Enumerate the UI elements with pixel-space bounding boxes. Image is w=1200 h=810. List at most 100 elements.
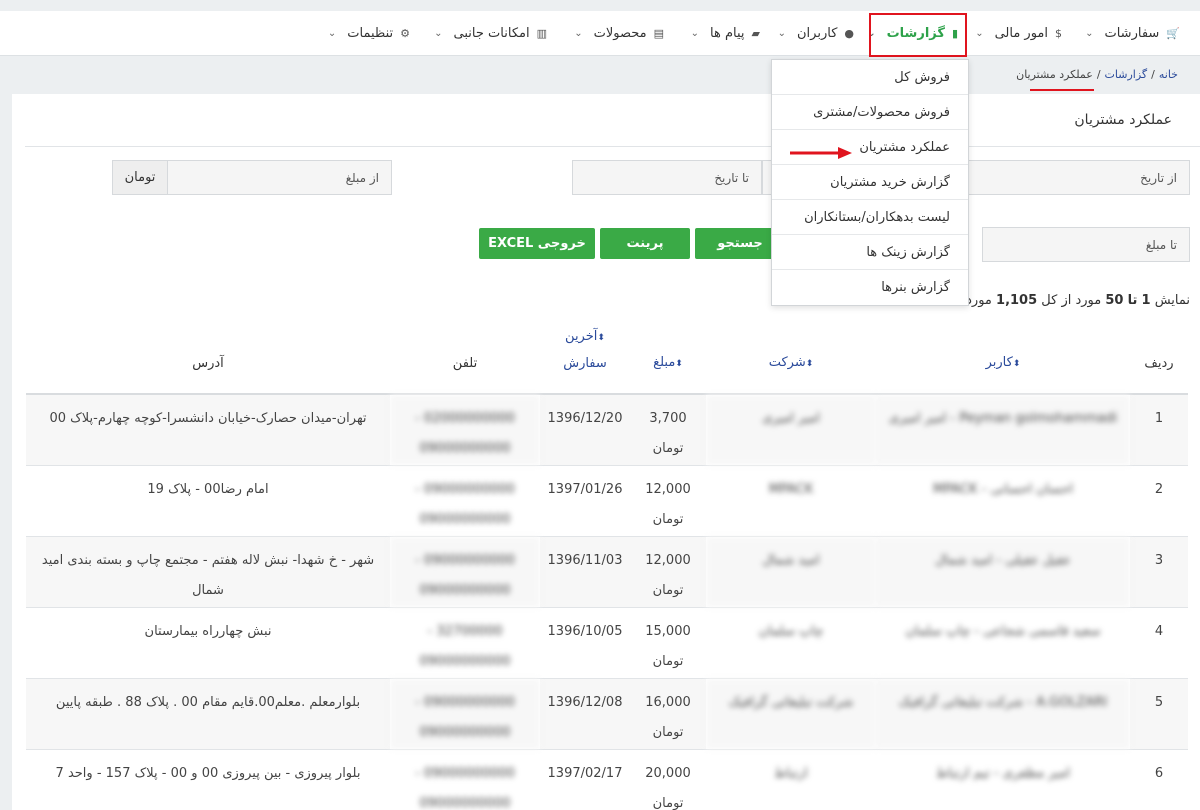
nav-orders[interactable]: 🛒 سفارشات ⌄ — [1085, 11, 1180, 56]
table-row[interactable]: 5 A.GOLZARI - شرکت تبلیغاتی گرافیک شرکت … — [26, 678, 1188, 750]
cell-amount: 3,700 تومان — [630, 394, 706, 466]
table-row[interactable]: 1 Peyman golmohammadi - امیر امیری امیر … — [26, 394, 1188, 466]
amount-value: 3,700 — [649, 411, 687, 426]
cell-last-order: 1396/12/08 — [540, 678, 630, 750]
breadcrumb-highlight-underline — [1030, 89, 1094, 91]
title-divider — [25, 146, 1200, 147]
page-title: عملکرد مشتریان — [1074, 112, 1172, 128]
cell-address: بلوار پیروزی - بین پیروزی 00 و 00 - پلاک… — [26, 749, 390, 810]
cell-phone: 02000000000 - 09000000000 — [390, 394, 540, 466]
menu-item-customer-purchase-report[interactable]: گزارش خرید مشتریان — [772, 165, 968, 200]
nav-extras[interactable]: ▥ امکانات جانبی ⌄ — [434, 11, 547, 56]
main-panel: عملکرد مشتریان از تاریخ تا تاریخ از مبلغ… — [12, 94, 1200, 810]
chevron-down-icon: ⌄ — [574, 28, 583, 39]
cell-amount: 12,000 تومان — [630, 536, 706, 608]
cell-amount: 20,000 تومان — [630, 749, 706, 810]
from-amount-input[interactable]: از مبلغ — [167, 160, 392, 195]
print-button[interactable]: پرینت — [600, 228, 690, 259]
cell-company: شرکت تبلیغاتی گرافیک — [706, 678, 876, 750]
summary-mid: مورد از کل — [1041, 293, 1102, 308]
cell-phone: 09000000000 - 09000000000 — [390, 536, 540, 608]
grid-icon: ▥ — [536, 27, 547, 40]
col-user[interactable]: ⬍کاربر — [876, 324, 1130, 395]
amount-value: 20,000 — [645, 765, 691, 781]
chevron-down-icon: ⌄ — [327, 28, 337, 39]
cell-phone: 09000000000 - 09000000000 — [390, 465, 540, 537]
nav-settings[interactable]: ⚙ تنظیمات ⌄ — [328, 11, 410, 56]
col-last-order[interactable]: ⬍آخرین سفارش — [540, 324, 630, 395]
table-row[interactable]: 6 امیر مظفری - تیم ارتباط ارتباط 20,000 ت… — [26, 749, 1188, 810]
summary-prefix: نمایش — [1154, 293, 1190, 308]
cell-row: 2 — [1130, 465, 1188, 537]
amount-unit: تومان — [652, 653, 684, 669]
currency-label: تومان — [124, 170, 156, 185]
col-last-order-label-1: آخرین — [565, 329, 598, 344]
cell-company: ارتباط — [706, 749, 876, 810]
cell-last-order: 1396/12/20 — [540, 394, 630, 466]
cell-phone: 09000000000 - 09000000000 — [390, 678, 540, 750]
nav-reports-label: گزارشات — [886, 26, 945, 41]
to-date-placeholder: تا تاریخ — [714, 170, 749, 185]
cart-icon: 🛒 — [1166, 27, 1180, 40]
nav-messages[interactable]: ▰ پیام ها ⌄ — [691, 11, 760, 56]
col-company[interactable]: ⬍شرکت — [706, 324, 876, 395]
breadcrumb-separator: / — [1096, 68, 1101, 81]
nav-finance-label: امور مالی — [994, 26, 1048, 41]
table-row[interactable]: 2 احسان احسانی - MPACK MPACK 12,000 تومان… — [26, 465, 1188, 537]
nav-products[interactable]: ▤ محصولات ⌄ — [574, 11, 664, 56]
breadcrumb: خانه / گزارشات / عملکرد مشتریان — [1016, 68, 1178, 81]
summary-from: 1 — [1141, 293, 1151, 308]
from-date-placeholder: از تاریخ — [1140, 170, 1177, 185]
menu-item-banner-report[interactable]: گزارش بنرها — [772, 270, 968, 305]
sort-icon: ⬍ — [1012, 359, 1021, 369]
amount-unit: تومان — [652, 511, 684, 527]
records-summary: نمایش 1 تا 50 مورد از کل 1,105 مورد. — [962, 293, 1190, 308]
menu-item-debtors-creditors[interactable]: لیست بدهکاران/بستانکاران — [772, 200, 968, 235]
col-amount[interactable]: ⬍مبلغ — [630, 324, 706, 395]
amount-value: 16,000 — [645, 694, 691, 710]
cell-phone: 09000000000 - 09000000000 — [390, 749, 540, 810]
nav-orders-label: سفارشات — [1104, 26, 1160, 41]
cell-last-order: 1396/10/05 — [540, 607, 630, 679]
cell-user: سعید قاسمی شجاعی - چاپ سلمان — [876, 607, 1130, 679]
excel-export-button[interactable]: خروجی EXCEL — [479, 228, 595, 259]
cell-amount: 15,000 تومان — [630, 607, 706, 679]
product-icon: ▤ — [653, 27, 664, 40]
breadcrumb-separator: / — [1151, 68, 1155, 81]
cell-address: بلوارمعلم .معلم00.قایم مقام 00 . پلاک 88… — [26, 678, 390, 750]
nav-settings-label: تنظیمات — [347, 26, 394, 41]
cell-last-order: 1396/11/03 — [540, 536, 630, 608]
breadcrumb-home[interactable]: خانه — [1159, 68, 1178, 81]
nav-users[interactable]: ● کاربران ⌄ — [778, 11, 854, 56]
cell-company: امیر امیری — [706, 394, 876, 466]
to-amount-input[interactable]: تا مبلغ — [982, 227, 1190, 262]
amount-value: 12,000 — [645, 552, 691, 568]
col-row: ردیف — [1130, 324, 1188, 395]
summary-to: 50 — [1105, 293, 1124, 308]
menu-item-product-customer-sales[interactable]: فروش محصولات/مشتری — [772, 95, 968, 130]
col-last-order-label-2: سفارش — [563, 356, 607, 371]
col-phone: تلفن — [390, 324, 540, 395]
nav-finance[interactable]: $ امور مالی ⌄ — [975, 11, 1062, 56]
cell-phone: 32700000 - 09000000000 — [390, 607, 540, 679]
gear-icon: ⚙ — [400, 27, 410, 40]
sort-icon: ⬍ — [675, 359, 683, 369]
to-date-input[interactable]: تا تاریخ — [572, 160, 762, 195]
menu-item-zinc-report[interactable]: گزارش زینک ها — [772, 235, 968, 270]
cell-row: 3 — [1130, 536, 1188, 608]
nav-reports[interactable]: ▮ گزارشات ⌄ — [867, 11, 958, 56]
breadcrumb-reports[interactable]: گزارشات — [1105, 68, 1148, 81]
cell-row: 5 — [1130, 678, 1188, 750]
amount-unit: تومان — [652, 795, 684, 810]
table-row[interactable]: 3 عقیل عقیلی - امید شمال امید شمال 12,00… — [26, 536, 1188, 608]
cell-row: 6 — [1130, 749, 1188, 810]
table-row[interactable]: 4 سعید قاسمی شجاعی - چاپ سلمان چاپ سلمان… — [26, 607, 1188, 679]
top-strip — [0, 0, 1200, 11]
amount-unit: تومان — [652, 724, 684, 740]
user-icon: ● — [844, 27, 854, 40]
col-company-label: شرکت — [768, 355, 806, 370]
summary-to-word: تا — [1127, 293, 1138, 308]
cell-row: 1 — [1130, 394, 1188, 466]
menu-item-total-sales[interactable]: فروش کل — [772, 60, 968, 95]
annotation-arrow-icon — [790, 147, 852, 159]
